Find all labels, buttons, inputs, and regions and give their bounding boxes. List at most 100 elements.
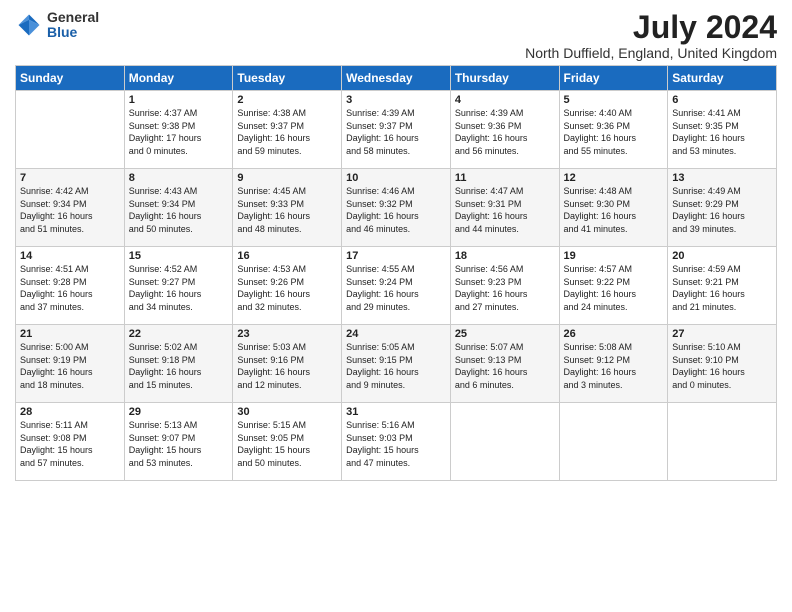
calendar-cell: 13Sunrise: 4:49 AMSunset: 9:29 PMDayligh… [668, 169, 777, 247]
column-header-wednesday: Wednesday [342, 66, 451, 91]
location-subtitle: North Duffield, England, United Kingdom [525, 45, 777, 61]
day-number: 22 [129, 328, 229, 340]
day-number: 23 [237, 328, 337, 340]
day-number: 14 [20, 250, 120, 262]
day-number: 16 [237, 250, 337, 262]
day-info: Sunrise: 4:53 AMSunset: 9:26 PMDaylight:… [237, 263, 337, 313]
day-info: Sunrise: 5:02 AMSunset: 9:18 PMDaylight:… [129, 341, 229, 391]
day-info: Sunrise: 4:57 AMSunset: 9:22 PMDaylight:… [564, 263, 664, 313]
day-info: Sunrise: 4:37 AMSunset: 9:38 PMDaylight:… [129, 107, 229, 157]
day-number: 15 [129, 250, 229, 262]
calendar-week-row: 14Sunrise: 4:51 AMSunset: 9:28 PMDayligh… [16, 247, 777, 325]
month-year-title: July 2024 [525, 10, 777, 45]
day-info: Sunrise: 4:51 AMSunset: 9:28 PMDaylight:… [20, 263, 120, 313]
day-number: 6 [672, 94, 772, 106]
day-number: 28 [20, 406, 120, 418]
calendar-page: General Blue July 2024 North Duffield, E… [0, 0, 792, 612]
day-info: Sunrise: 4:52 AMSunset: 9:27 PMDaylight:… [129, 263, 229, 313]
day-number: 1 [129, 94, 229, 106]
title-block: July 2024 North Duffield, England, Unite… [525, 10, 777, 61]
calendar-cell [16, 91, 125, 169]
calendar-cell: 27Sunrise: 5:10 AMSunset: 9:10 PMDayligh… [668, 325, 777, 403]
calendar-cell: 16Sunrise: 4:53 AMSunset: 9:26 PMDayligh… [233, 247, 342, 325]
calendar-cell: 4Sunrise: 4:39 AMSunset: 9:36 PMDaylight… [450, 91, 559, 169]
logo-general: General [47, 10, 99, 25]
calendar-cell: 23Sunrise: 5:03 AMSunset: 9:16 PMDayligh… [233, 325, 342, 403]
logo: General Blue [15, 10, 99, 41]
day-info: Sunrise: 4:56 AMSunset: 9:23 PMDaylight:… [455, 263, 555, 313]
day-number: 30 [237, 406, 337, 418]
calendar-cell: 26Sunrise: 5:08 AMSunset: 9:12 PMDayligh… [559, 325, 668, 403]
column-header-monday: Monday [124, 66, 233, 91]
day-number: 17 [346, 250, 446, 262]
column-header-saturday: Saturday [668, 66, 777, 91]
calendar-week-row: 28Sunrise: 5:11 AMSunset: 9:08 PMDayligh… [16, 403, 777, 481]
calendar-cell [559, 403, 668, 481]
calendar-cell: 3Sunrise: 4:39 AMSunset: 9:37 PMDaylight… [342, 91, 451, 169]
day-number: 21 [20, 328, 120, 340]
day-info: Sunrise: 4:39 AMSunset: 9:36 PMDaylight:… [455, 107, 555, 157]
day-number: 4 [455, 94, 555, 106]
day-info: Sunrise: 5:07 AMSunset: 9:13 PMDaylight:… [455, 341, 555, 391]
calendar-cell: 22Sunrise: 5:02 AMSunset: 9:18 PMDayligh… [124, 325, 233, 403]
day-info: Sunrise: 4:45 AMSunset: 9:33 PMDaylight:… [237, 185, 337, 235]
day-info: Sunrise: 4:59 AMSunset: 9:21 PMDaylight:… [672, 263, 772, 313]
day-info: Sunrise: 5:15 AMSunset: 9:05 PMDaylight:… [237, 419, 337, 469]
day-info: Sunrise: 5:10 AMSunset: 9:10 PMDaylight:… [672, 341, 772, 391]
logo-text: General Blue [47, 10, 99, 41]
day-number: 2 [237, 94, 337, 106]
calendar-cell: 19Sunrise: 4:57 AMSunset: 9:22 PMDayligh… [559, 247, 668, 325]
day-number: 18 [455, 250, 555, 262]
day-number: 31 [346, 406, 446, 418]
calendar-cell: 18Sunrise: 4:56 AMSunset: 9:23 PMDayligh… [450, 247, 559, 325]
day-info: Sunrise: 4:43 AMSunset: 9:34 PMDaylight:… [129, 185, 229, 235]
calendar-cell: 10Sunrise: 4:46 AMSunset: 9:32 PMDayligh… [342, 169, 451, 247]
calendar-cell: 15Sunrise: 4:52 AMSunset: 9:27 PMDayligh… [124, 247, 233, 325]
day-info: Sunrise: 5:16 AMSunset: 9:03 PMDaylight:… [346, 419, 446, 469]
day-info: Sunrise: 5:08 AMSunset: 9:12 PMDaylight:… [564, 341, 664, 391]
day-info: Sunrise: 4:40 AMSunset: 9:36 PMDaylight:… [564, 107, 664, 157]
day-info: Sunrise: 4:55 AMSunset: 9:24 PMDaylight:… [346, 263, 446, 313]
calendar-cell: 9Sunrise: 4:45 AMSunset: 9:33 PMDaylight… [233, 169, 342, 247]
day-number: 12 [564, 172, 664, 184]
day-number: 27 [672, 328, 772, 340]
day-info: Sunrise: 4:49 AMSunset: 9:29 PMDaylight:… [672, 185, 772, 235]
day-number: 9 [237, 172, 337, 184]
calendar-week-row: 21Sunrise: 5:00 AMSunset: 9:19 PMDayligh… [16, 325, 777, 403]
calendar-cell: 11Sunrise: 4:47 AMSunset: 9:31 PMDayligh… [450, 169, 559, 247]
day-info: Sunrise: 4:46 AMSunset: 9:32 PMDaylight:… [346, 185, 446, 235]
day-number: 7 [20, 172, 120, 184]
calendar-cell: 25Sunrise: 5:07 AMSunset: 9:13 PMDayligh… [450, 325, 559, 403]
day-info: Sunrise: 4:47 AMSunset: 9:31 PMDaylight:… [455, 185, 555, 235]
calendar-cell [450, 403, 559, 481]
calendar-cell: 21Sunrise: 5:00 AMSunset: 9:19 PMDayligh… [16, 325, 125, 403]
day-number: 8 [129, 172, 229, 184]
column-header-friday: Friday [559, 66, 668, 91]
logo-blue: Blue [47, 25, 99, 40]
day-number: 11 [455, 172, 555, 184]
calendar-table: SundayMondayTuesdayWednesdayThursdayFrid… [15, 65, 777, 481]
day-number: 26 [564, 328, 664, 340]
day-number: 25 [455, 328, 555, 340]
calendar-cell [668, 403, 777, 481]
header: General Blue July 2024 North Duffield, E… [15, 10, 777, 61]
day-info: Sunrise: 5:05 AMSunset: 9:15 PMDaylight:… [346, 341, 446, 391]
calendar-cell: 14Sunrise: 4:51 AMSunset: 9:28 PMDayligh… [16, 247, 125, 325]
calendar-cell: 31Sunrise: 5:16 AMSunset: 9:03 PMDayligh… [342, 403, 451, 481]
column-header-tuesday: Tuesday [233, 66, 342, 91]
day-number: 29 [129, 406, 229, 418]
calendar-cell: 24Sunrise: 5:05 AMSunset: 9:15 PMDayligh… [342, 325, 451, 403]
column-header-thursday: Thursday [450, 66, 559, 91]
day-info: Sunrise: 4:48 AMSunset: 9:30 PMDaylight:… [564, 185, 664, 235]
logo-icon [15, 11, 43, 39]
calendar-cell: 12Sunrise: 4:48 AMSunset: 9:30 PMDayligh… [559, 169, 668, 247]
day-info: Sunrise: 4:39 AMSunset: 9:37 PMDaylight:… [346, 107, 446, 157]
calendar-cell: 5Sunrise: 4:40 AMSunset: 9:36 PMDaylight… [559, 91, 668, 169]
calendar-week-row: 1Sunrise: 4:37 AMSunset: 9:38 PMDaylight… [16, 91, 777, 169]
day-number: 3 [346, 94, 446, 106]
day-number: 20 [672, 250, 772, 262]
day-number: 24 [346, 328, 446, 340]
day-number: 5 [564, 94, 664, 106]
day-info: Sunrise: 4:38 AMSunset: 9:37 PMDaylight:… [237, 107, 337, 157]
day-number: 19 [564, 250, 664, 262]
